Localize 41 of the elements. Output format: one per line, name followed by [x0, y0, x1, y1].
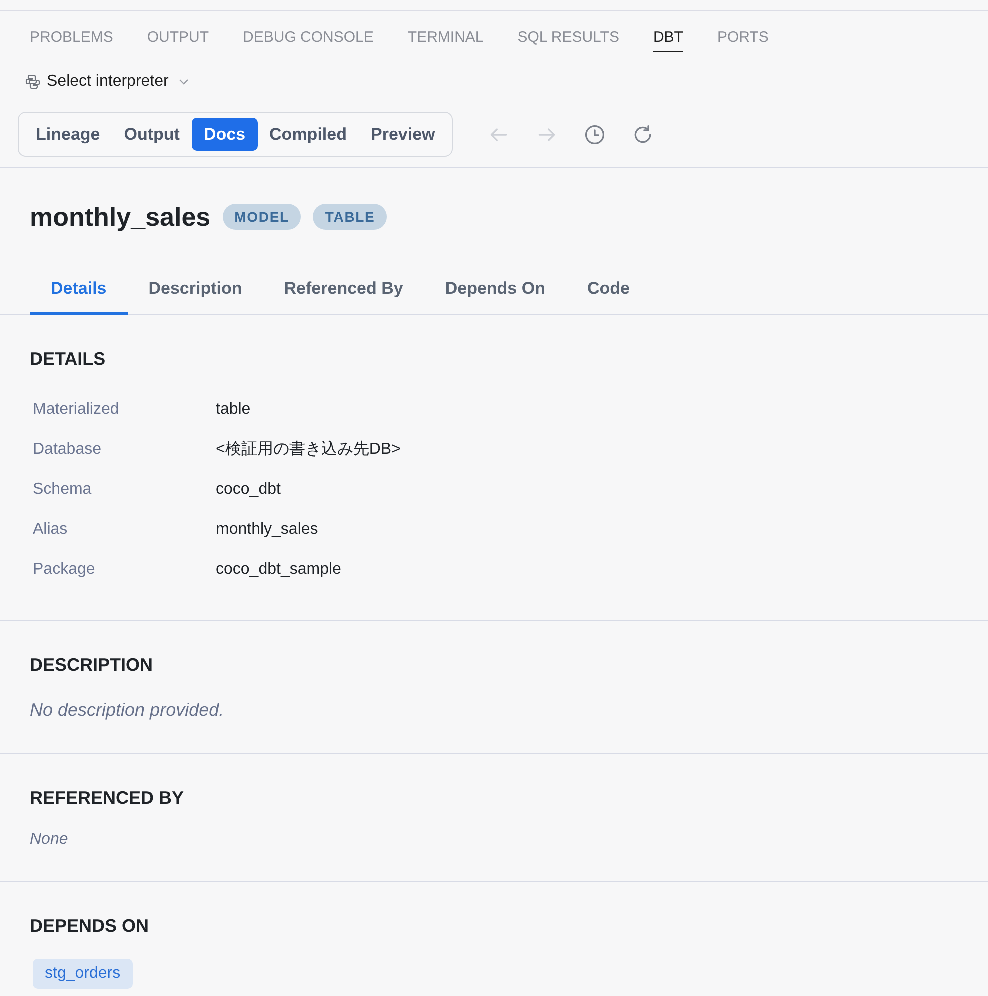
doc-tab[interactable]: Description: [128, 267, 264, 315]
panel-tab[interactable]: SQL RESULTS: [518, 28, 620, 52]
section-heading: DEPENDS ON: [30, 915, 150, 938]
view-tab[interactable]: Output: [112, 118, 192, 151]
interpreter-selector[interactable]: Select interpreter: [25, 71, 189, 93]
empty-note: None: [30, 830, 68, 850]
property-label: Alias: [33, 520, 68, 540]
section-heading: DETAILS: [30, 348, 106, 371]
type-badge: MODEL: [222, 204, 302, 230]
logo-icon: [25, 74, 41, 90]
description-text: No description provided.: [30, 699, 224, 722]
view-tab[interactable]: Preview: [358, 118, 448, 151]
view-tab[interactable]: Docs: [192, 118, 258, 151]
doc-tab[interactable]: Referenced By: [263, 267, 424, 315]
type-badge: TABLE: [313, 204, 388, 230]
property-label: Schema: [33, 480, 92, 500]
view-tab[interactable]: Lineage: [24, 118, 112, 151]
panel-tab[interactable]: DBT: [653, 28, 684, 52]
panel-tab[interactable]: DEBUG CONSOLE: [243, 28, 374, 52]
doc-tab[interactable]: Depends On: [424, 267, 566, 315]
panel-tab[interactable]: PROBLEMS: [30, 28, 114, 52]
property-value: coco_dbt: [216, 480, 281, 500]
model-link-chip[interactable]: stg_orders: [33, 959, 133, 989]
doc-tab[interactable]: Details: [30, 267, 128, 315]
panel-tab[interactable]: OUTPUT: [147, 28, 210, 52]
view-tab[interactable]: Compiled: [258, 118, 359, 151]
section-heading: DESCRIPTION: [30, 654, 154, 677]
clock-icon[interactable]: [584, 124, 606, 146]
property-value: coco_dbt_sample: [216, 560, 342, 580]
model-title: monthly_sales: [30, 201, 211, 233]
doc-tab[interactable]: Code: [566, 267, 651, 315]
property-label: Database: [33, 440, 102, 460]
property-label: Package: [33, 560, 96, 580]
chevron-down-icon: [178, 79, 189, 85]
property-value: table: [216, 400, 251, 420]
property-value: <検証用の書き込み先DB>: [216, 440, 401, 460]
section-heading: REFERENCED BY: [30, 787, 184, 810]
property-value: monthly_sales: [216, 520, 318, 540]
panel-tab[interactable]: TERMINAL: [408, 28, 484, 52]
property-label: Materialized: [33, 400, 120, 420]
panel-tab[interactable]: PORTS: [717, 28, 769, 52]
